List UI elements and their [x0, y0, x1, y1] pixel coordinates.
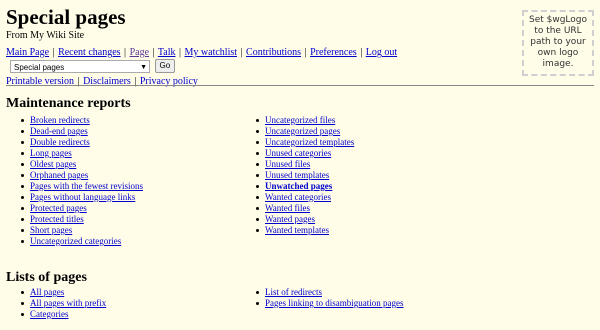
list-item: Short pages: [19, 225, 143, 236]
special-page-link-pages-without-language-links[interactable]: Pages without language links: [30, 192, 135, 202]
nav-links-row-secondary: Printable version | Disclaimers | Privac…: [6, 75, 510, 88]
list-item: Wanted pages: [254, 214, 354, 225]
list-item: All pages: [19, 287, 106, 298]
list-item: Uncategorized categories: [19, 236, 143, 247]
list-item: Orphaned pages: [19, 170, 143, 181]
list-item: Broken redirects: [19, 115, 143, 126]
go-button[interactable]: Go: [154, 59, 176, 73]
logo-placeholder[interactable]: Set $wgLogo to the URL path to your own …: [522, 10, 594, 76]
nav-link-preferences[interactable]: Preferences: [310, 47, 357, 58]
list-item: Dead-end pages: [19, 126, 143, 137]
nav-link-talk[interactable]: Talk: [158, 47, 176, 58]
list-item: Unused templates: [254, 170, 354, 181]
maintenance-list-col2: Uncategorized files Uncategorized pages Un…: [254, 115, 354, 236]
list-item: All pages with prefix: [19, 298, 106, 309]
nav-link-page[interactable]: Page: [130, 47, 149, 58]
special-page-link-categories[interactable]: Categories: [30, 309, 69, 319]
page-title: Special pages: [6, 5, 126, 29]
list-item: List of redirects: [254, 287, 404, 298]
header-divider: [6, 85, 594, 86]
special-page-link-short-pages[interactable]: Short pages: [30, 225, 72, 235]
chevron-down-icon: ▼: [140, 63, 147, 71]
list-item: Unused categories: [254, 148, 354, 159]
special-page-link-uncategorized-templates[interactable]: Uncategorized templates: [265, 137, 354, 147]
nav-link-my-watchlist[interactable]: My watchlist: [185, 47, 238, 58]
list-item: Uncategorized templates: [254, 137, 354, 148]
list-item: Unwatched pages: [254, 181, 354, 192]
special-page-link-double-redirects[interactable]: Double redirects: [30, 137, 90, 147]
nav-separator: |: [179, 47, 182, 58]
special-page-link-long-pages[interactable]: Long pages: [30, 148, 72, 158]
list-item: Protected titles: [19, 214, 143, 225]
special-page-link-uncategorized-pages[interactable]: Uncategorized pages: [265, 126, 340, 136]
nav-link-log-out[interactable]: Log out: [366, 47, 397, 58]
special-page-link-wanted-files[interactable]: Wanted files: [265, 203, 310, 213]
section-heading-lists: Lists of pages: [6, 270, 87, 285]
section-heading-maintenance: Maintenance reports: [6, 96, 131, 111]
special-page-link-broken-redirects[interactable]: Broken redirects: [30, 115, 90, 125]
nav-separator: |: [124, 47, 127, 58]
list-item: Wanted files: [254, 203, 354, 214]
list-item: Double redirects: [19, 137, 143, 148]
list-item: Unused files: [254, 159, 354, 170]
special-page-link-protected-pages[interactable]: Protected pages: [30, 203, 87, 213]
special-page-link-pages-linking-to-disambiguation-pages[interactable]: Pages linking to disambiguation pages: [265, 298, 404, 308]
navigation-bar: Main Page | Recent changes | Page | Talk…: [6, 46, 510, 88]
list-item: Uncategorized pages: [254, 126, 354, 137]
list-item: Protected pages: [19, 203, 143, 214]
special-page-link-wanted-categories[interactable]: Wanted categories: [265, 192, 331, 202]
list-item: Pages linking to disambiguation pages: [254, 298, 404, 309]
nav-separator: |: [304, 47, 307, 58]
nav-separator: |: [360, 47, 363, 58]
list-item: Categories: [19, 309, 106, 320]
special-pages-select[interactable]: Special pages ▼: [10, 59, 150, 73]
special-page-link-unused-templates[interactable]: Unused templates: [265, 170, 329, 180]
special-page-link-uncategorized-files[interactable]: Uncategorized files: [265, 115, 335, 125]
special-page-link-list-of-redirects[interactable]: List of redirects: [265, 287, 322, 297]
nav-separator: |: [152, 47, 155, 58]
nav-link-contributions[interactable]: Contributions: [246, 47, 301, 58]
select-value: Special pages: [14, 62, 65, 72]
list-item: Wanted categories: [254, 192, 354, 203]
special-page-link-pages-with-the-fewest-revisions[interactable]: Pages with the fewest revisions: [30, 181, 143, 191]
special-page-link-protected-titles[interactable]: Protected titles: [30, 214, 84, 224]
nav-links-row: Main Page | Recent changes | Page | Talk…: [6, 47, 397, 58]
list-item: Pages with the fewest revisions: [19, 181, 143, 192]
list-item: Wanted templates: [254, 225, 354, 236]
nav-link-main-page[interactable]: Main Page: [6, 47, 49, 58]
special-page-link-unused-categories[interactable]: Unused categories: [265, 148, 331, 158]
lists-list-col1: All pages All pages with prefix Categories: [19, 287, 106, 320]
list-item: Uncategorized files: [254, 115, 354, 126]
list-item: Oldest pages: [19, 159, 143, 170]
site-subtitle: From My Wiki Site: [6, 30, 85, 41]
list-item: Long pages: [19, 148, 143, 159]
nav-link-recent-changes[interactable]: Recent changes: [58, 47, 120, 58]
special-page-link-oldest-pages[interactable]: Oldest pages: [30, 159, 76, 169]
special-page-link-orphaned-pages[interactable]: Orphaned pages: [30, 170, 88, 180]
special-page-link-wanted-templates[interactable]: Wanted templates: [265, 225, 329, 235]
nav-separator: |: [240, 47, 243, 58]
lists-list-col2: List of redirects Pages linking to disamb…: [254, 287, 404, 309]
maintenance-list-col1: Broken redirects Dead-end pages Double red…: [19, 115, 143, 247]
special-page-link-dead-end-pages[interactable]: Dead-end pages: [30, 126, 88, 136]
nav-separator: |: [52, 47, 55, 58]
special-page-link-uncategorized-categories[interactable]: Uncategorized categories: [30, 236, 121, 246]
list-item: Pages without language links: [19, 192, 143, 203]
special-page-link-wanted-pages[interactable]: Wanted pages: [265, 214, 315, 224]
special-page-link-all-pages-with-prefix[interactable]: All pages with prefix: [30, 298, 106, 308]
special-page-link-unused-files[interactable]: Unused files: [265, 159, 310, 169]
special-page-link-unwatched-pages[interactable]: Unwatched pages: [265, 181, 332, 191]
special-page-link-all-pages[interactable]: All pages: [30, 287, 64, 297]
